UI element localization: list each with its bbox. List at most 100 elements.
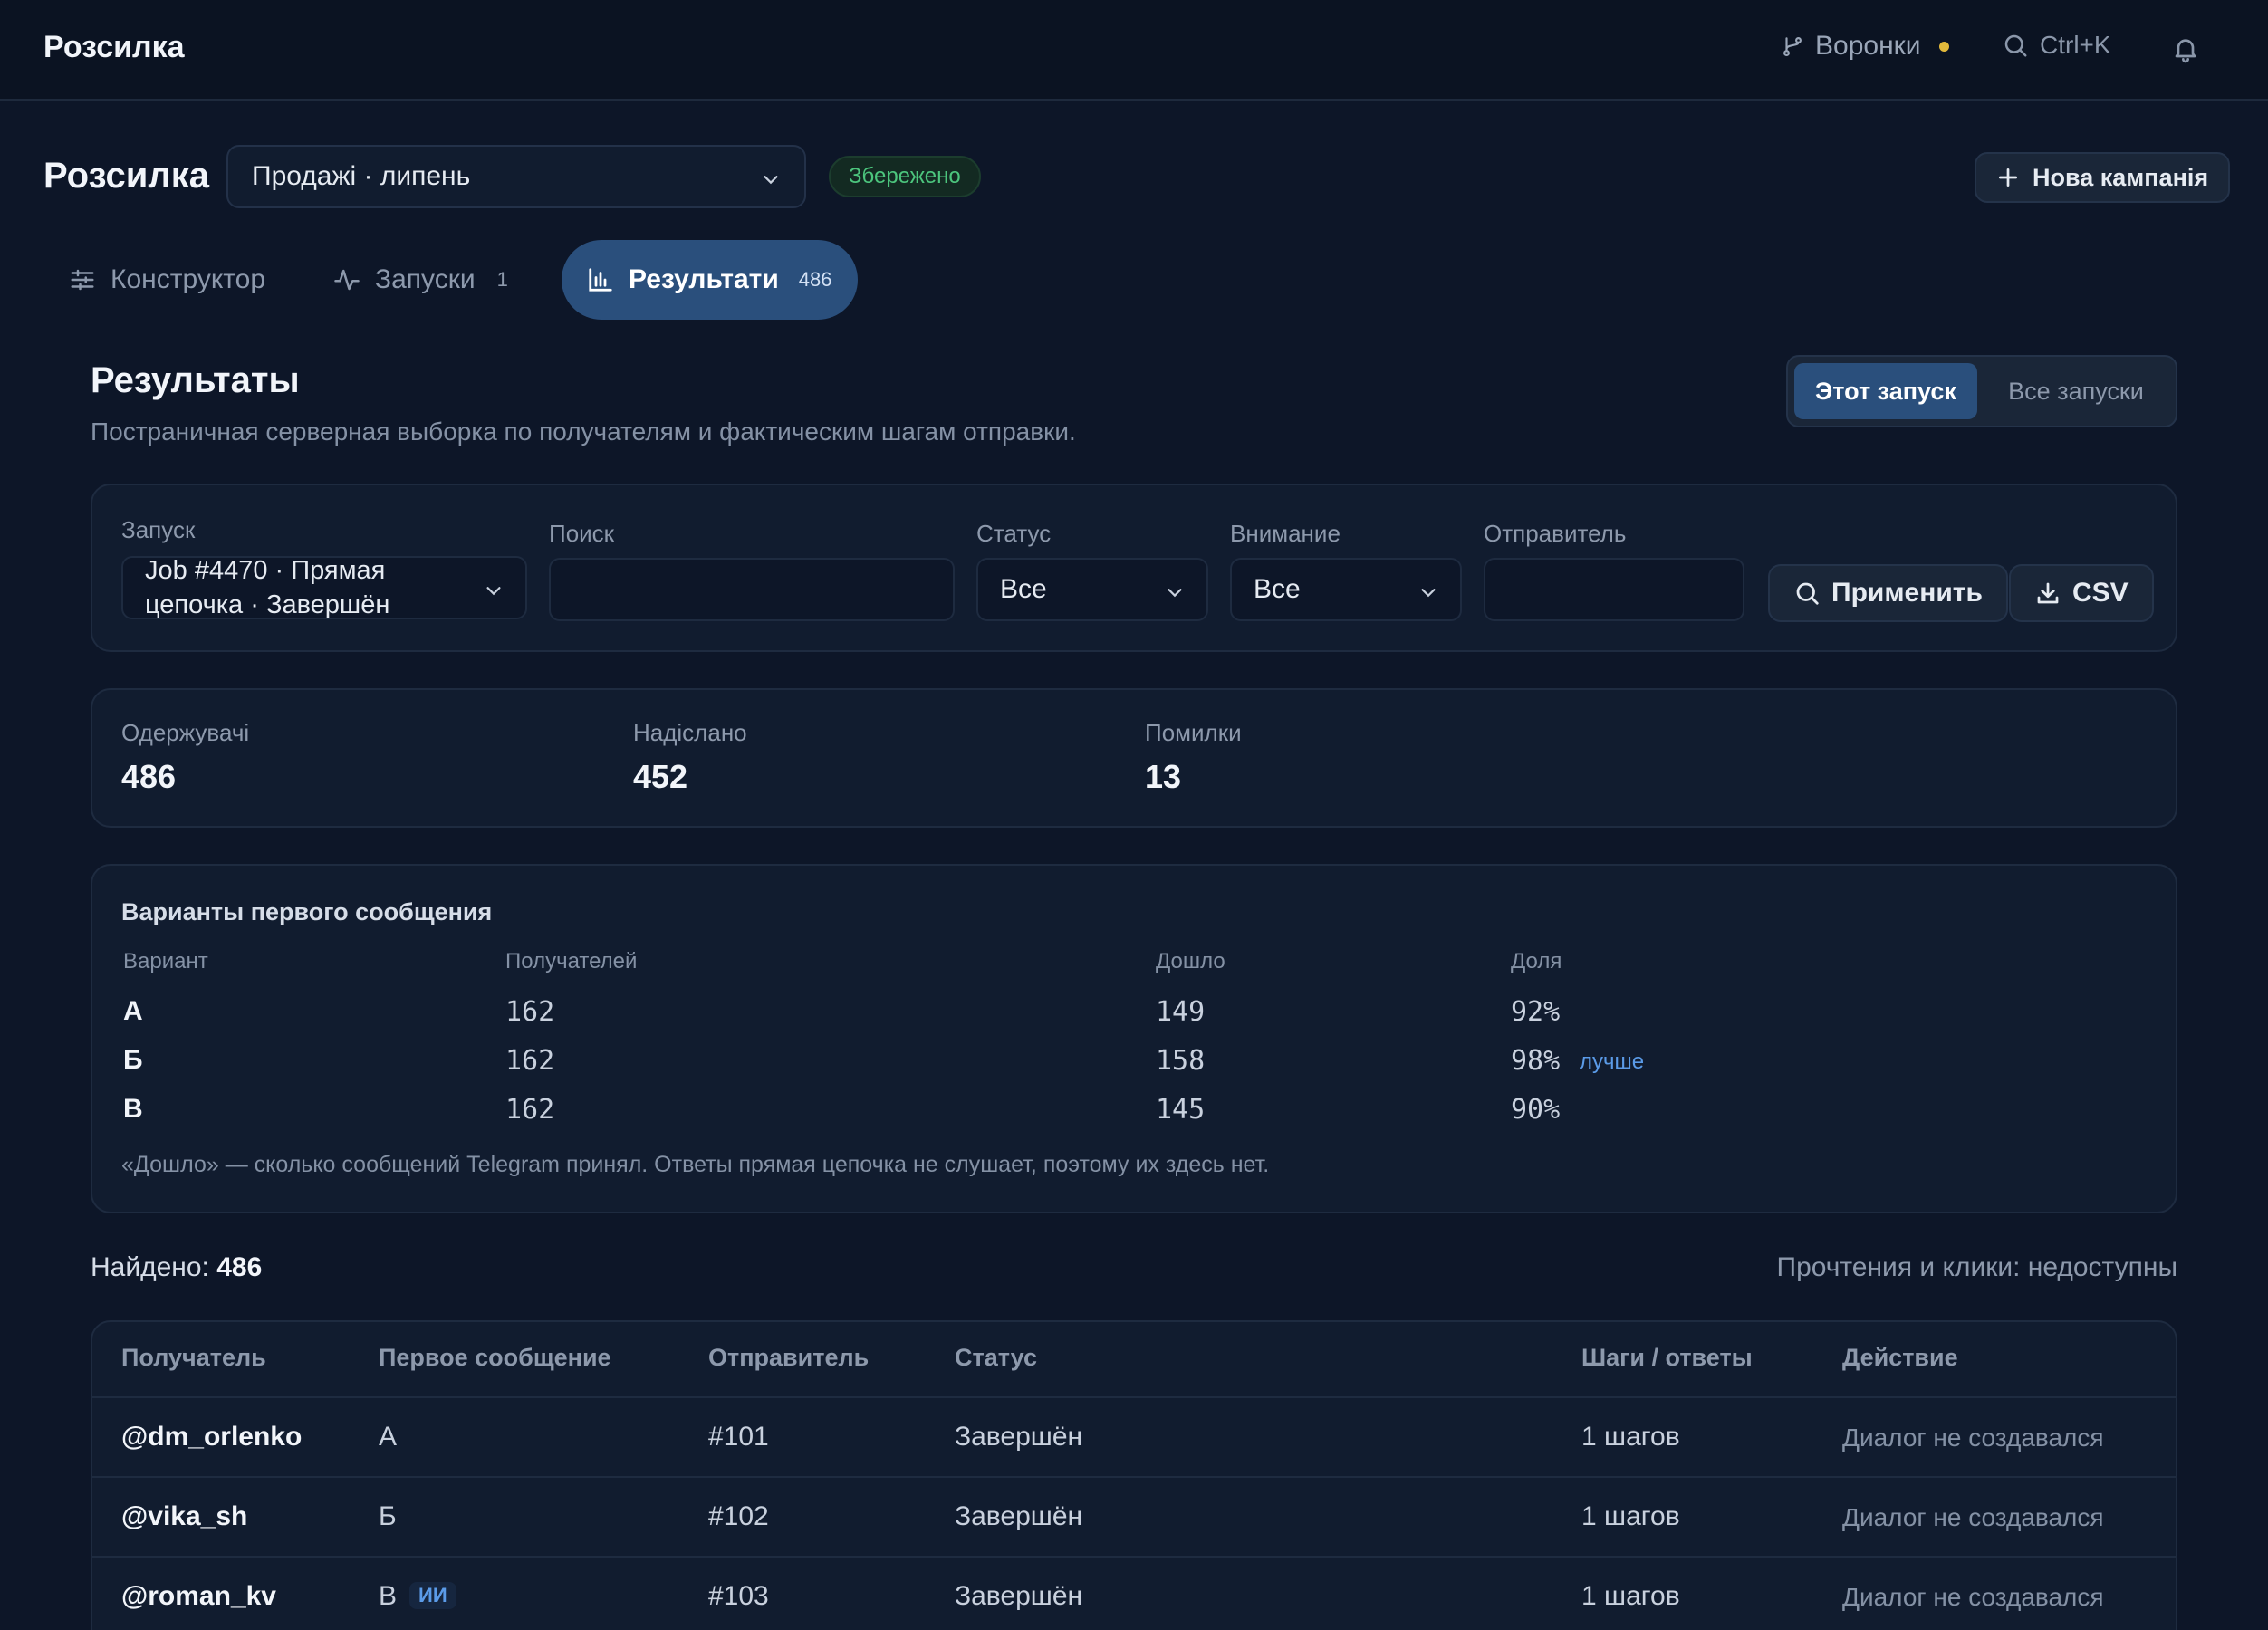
new-campaign-label: Нова кампанія: [2033, 163, 2209, 191]
filters-card: Запуск Job #4470 · Прямая цепочка · Заве…: [91, 484, 2177, 652]
command-search-button[interactable]: Ctrl+K: [2002, 31, 2111, 60]
chevron-down-icon: [484, 580, 504, 600]
variants-title: Варианты первого сообщения: [121, 898, 493, 925]
first-message-variant: А: [379, 1422, 398, 1452]
search-icon: [2002, 32, 2029, 59]
variant-share: 92%: [1511, 996, 1561, 1028]
launch-value-line1: Job #4470 · Прямая: [145, 556, 386, 585]
recipient-handle[interactable]: @dm_orlenko: [121, 1422, 302, 1453]
recipient-handle[interactable]: @vika_sh: [121, 1501, 247, 1532]
variants-header-share: Доля: [1511, 949, 1562, 973]
col-header-steps[interactable]: Шаги / ответы: [1581, 1344, 1753, 1372]
attention-label: Внимание: [1230, 520, 1341, 547]
variants-card: Варианты первого сообщения Вариант Получ…: [91, 864, 2177, 1213]
status-select-value: Все: [1000, 574, 1047, 604]
app-brand[interactable]: Розсилка: [43, 30, 185, 65]
results-subtitle: Постраничная серверная выборка по получа…: [91, 417, 1076, 446]
scope-all-launches-button[interactable]: Все запуски: [1983, 363, 2169, 419]
stats-card: Одержувачі 486 Надіслано 452 Помилки 13: [91, 688, 2177, 828]
campaign-select[interactable]: Продажі · липень: [226, 145, 806, 208]
tab-launches[interactable]: Запуски 1: [333, 240, 508, 320]
stat-value: 13: [1145, 758, 1182, 795]
stat-sent: Надіслано 452: [633, 719, 747, 796]
funnels-link[interactable]: Воронки: [1781, 31, 1949, 62]
found-label: Найдено:: [91, 1252, 209, 1282]
row-action[interactable]: Диалог не создавался: [1842, 1583, 2104, 1612]
col-header-first-message[interactable]: Первое сообщение: [379, 1344, 611, 1372]
tab-results[interactable]: Результати 486: [562, 240, 858, 320]
sender-id: #102: [708, 1501, 769, 1531]
chevron-down-icon: [761, 169, 781, 189]
sender-label: Отправитель: [1484, 520, 1627, 547]
variant-delivered: 158: [1156, 1045, 1206, 1077]
launch-value-line2: цепочка · Завершён: [145, 590, 390, 619]
csv-label: CSV: [2072, 578, 2129, 608]
variant-name: А: [123, 996, 143, 1026]
saved-status-badge: Збережено: [829, 156, 981, 197]
funnels-label: Воронки: [1815, 31, 1921, 61]
apply-button[interactable]: Применить: [1768, 564, 2008, 622]
tab-constructor[interactable]: Конструктор: [69, 240, 265, 320]
col-header-sender[interactable]: Отправитель: [708, 1344, 869, 1372]
first-message-variant: В: [379, 1581, 398, 1611]
ai-badge: ИИ: [409, 1582, 456, 1609]
col-header-status[interactable]: Статус: [955, 1344, 1037, 1372]
col-header-action[interactable]: Действие: [1842, 1344, 1958, 1372]
search-shortcut: Ctrl+K: [2040, 31, 2111, 59]
new-campaign-button[interactable]: Нова кампанія: [1975, 152, 2231, 203]
scope-this-launch-button[interactable]: Этот запуск: [1794, 363, 1977, 419]
campaign-select-value: Продажі · липень: [252, 161, 471, 191]
row-action[interactable]: Диалог не создавался: [1842, 1503, 2104, 1532]
col-header-recipient[interactable]: Получатель: [121, 1344, 266, 1372]
branch-icon: [1781, 34, 1804, 58]
tab-constructor-label: Конструктор: [111, 264, 266, 294]
variant-recipients: 162: [505, 996, 555, 1028]
row-action[interactable]: Диалог не создавался: [1842, 1424, 2104, 1453]
status-label: Статус: [976, 520, 1052, 547]
analytics-unavailable-note: Прочтения и клики: недоступны: [1776, 1252, 2178, 1282]
row-steps: 1 шагов: [1581, 1581, 1680, 1611]
plus-icon: [1996, 166, 2020, 189]
first-message-variant: Б: [379, 1501, 397, 1531]
download-icon: [2034, 580, 2061, 607]
chevron-down-icon: [1165, 582, 1185, 602]
recipients-table: Получатель Первое сообщение Отправитель …: [91, 1320, 2177, 1630]
sender-input[interactable]: [1484, 558, 1744, 621]
variant-name: Б: [123, 1045, 143, 1075]
status-dot: [1938, 41, 1949, 52]
row-status: Завершён: [955, 1422, 1083, 1452]
launch-label: Запуск: [121, 516, 196, 543]
launch-select-value: Job #4470 · Прямая цепочка · Завершён: [145, 553, 444, 622]
variant-recipients: 162: [505, 1045, 555, 1077]
attention-select[interactable]: Все: [1230, 558, 1462, 621]
variant-best-tag: лучше: [1580, 1050, 1645, 1074]
notifications-bell-icon[interactable]: [2171, 34, 2200, 63]
stat-recipients: Одержувачі 486: [121, 719, 249, 796]
csv-export-button[interactable]: CSV: [2009, 564, 2154, 622]
variant-name: В: [123, 1094, 143, 1124]
stat-label: Надіслано: [633, 719, 747, 746]
sender-id: #103: [708, 1581, 769, 1611]
variant-recipients: 162: [505, 1094, 555, 1126]
variants-header-variant: Вариант: [123, 949, 208, 973]
variant-delivered: 149: [1156, 996, 1206, 1028]
row-steps: 1 шагов: [1581, 1501, 1680, 1531]
table-row[interactable]: @vika_sh Б #102 Завершён 1 шагов Диалог …: [92, 1476, 2176, 1556]
tab-launches-label: Запуски: [375, 264, 476, 294]
table-row[interactable]: @roman_kv В ИИ #103 Завершён 1 шагов Диал…: [92, 1556, 2176, 1630]
found-count: Найдено: 486: [91, 1252, 262, 1283]
recipient-handle[interactable]: @roman_kv: [121, 1581, 276, 1612]
activity-icon: [333, 266, 360, 293]
launch-select[interactable]: Job #4470 · Прямая цепочка · Завершён: [121, 556, 527, 619]
search-input[interactable]: [549, 558, 955, 621]
stat-value: 452: [633, 758, 688, 795]
search-icon: [1793, 580, 1821, 607]
status-select[interactable]: Все: [976, 558, 1208, 621]
sender-id: #101: [708, 1422, 769, 1452]
stat-value: 486: [121, 758, 177, 795]
results-title: Результаты: [91, 360, 300, 400]
table-row[interactable]: @dm_orlenko А #101 Завершён 1 шагов Диал…: [92, 1396, 2176, 1476]
first-message-cell: В ИИ: [379, 1581, 456, 1612]
search-label: Поиск: [549, 520, 615, 547]
variant-share: 90%: [1511, 1094, 1561, 1126]
